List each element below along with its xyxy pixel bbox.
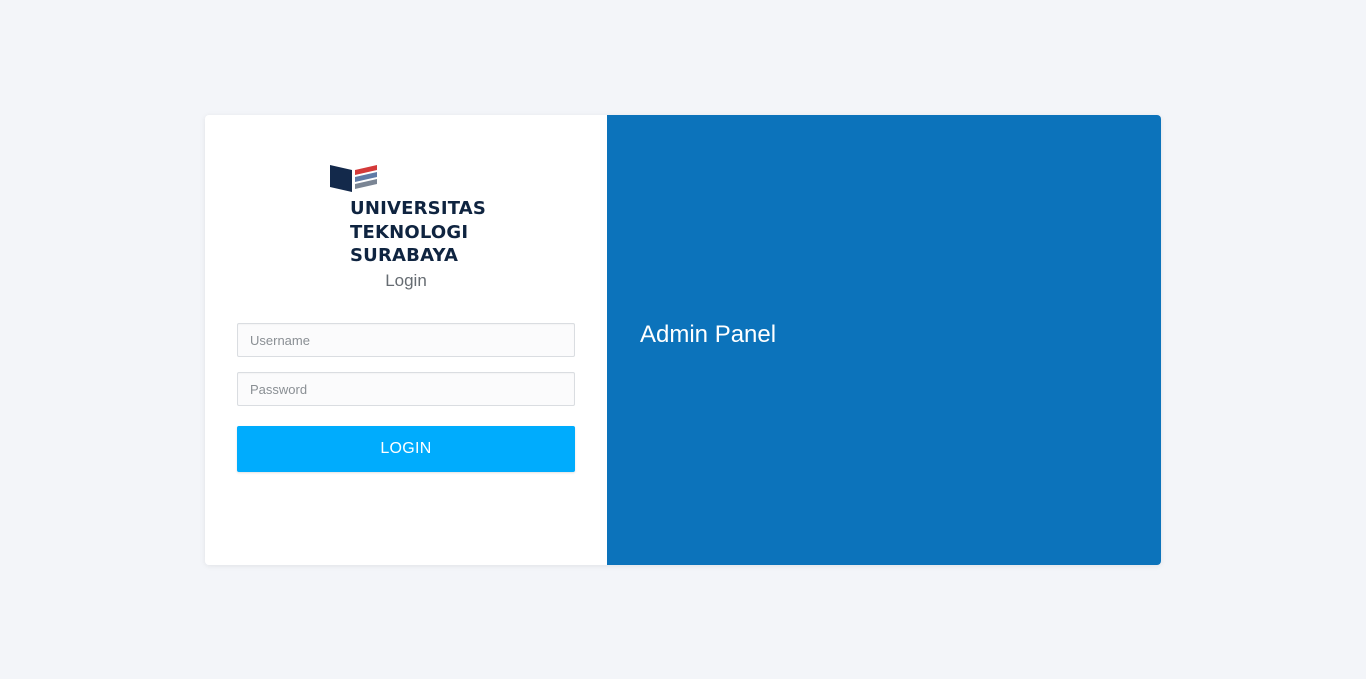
admin-panel-banner: Admin Panel [607,115,1161,565]
login-heading: Login [385,271,427,290]
university-name-line: SURABAYA [350,245,459,266]
login-button[interactable]: LOGIN [237,426,575,472]
university-logo: UNIVERSITAS TEKNOLOGI SURABAYA [330,164,490,268]
password-input[interactable] [237,372,575,406]
login-card: UNIVERSITAS TEKNOLOGI SURABAYA Login LOG… [205,115,1161,565]
username-input[interactable] [237,323,575,357]
admin-panel-title: Admin Panel [640,321,777,348]
university-name-line: TEKNOLOGI [350,221,469,243]
university-name-line: UNIVERSITAS [350,198,487,219]
university-name: UNIVERSITAS TEKNOLOGI SURABAYA [350,197,486,268]
login-form-panel: UNIVERSITAS TEKNOLOGI SURABAYA Login LOG… [205,115,607,565]
university-book-logo-icon [330,165,377,192]
